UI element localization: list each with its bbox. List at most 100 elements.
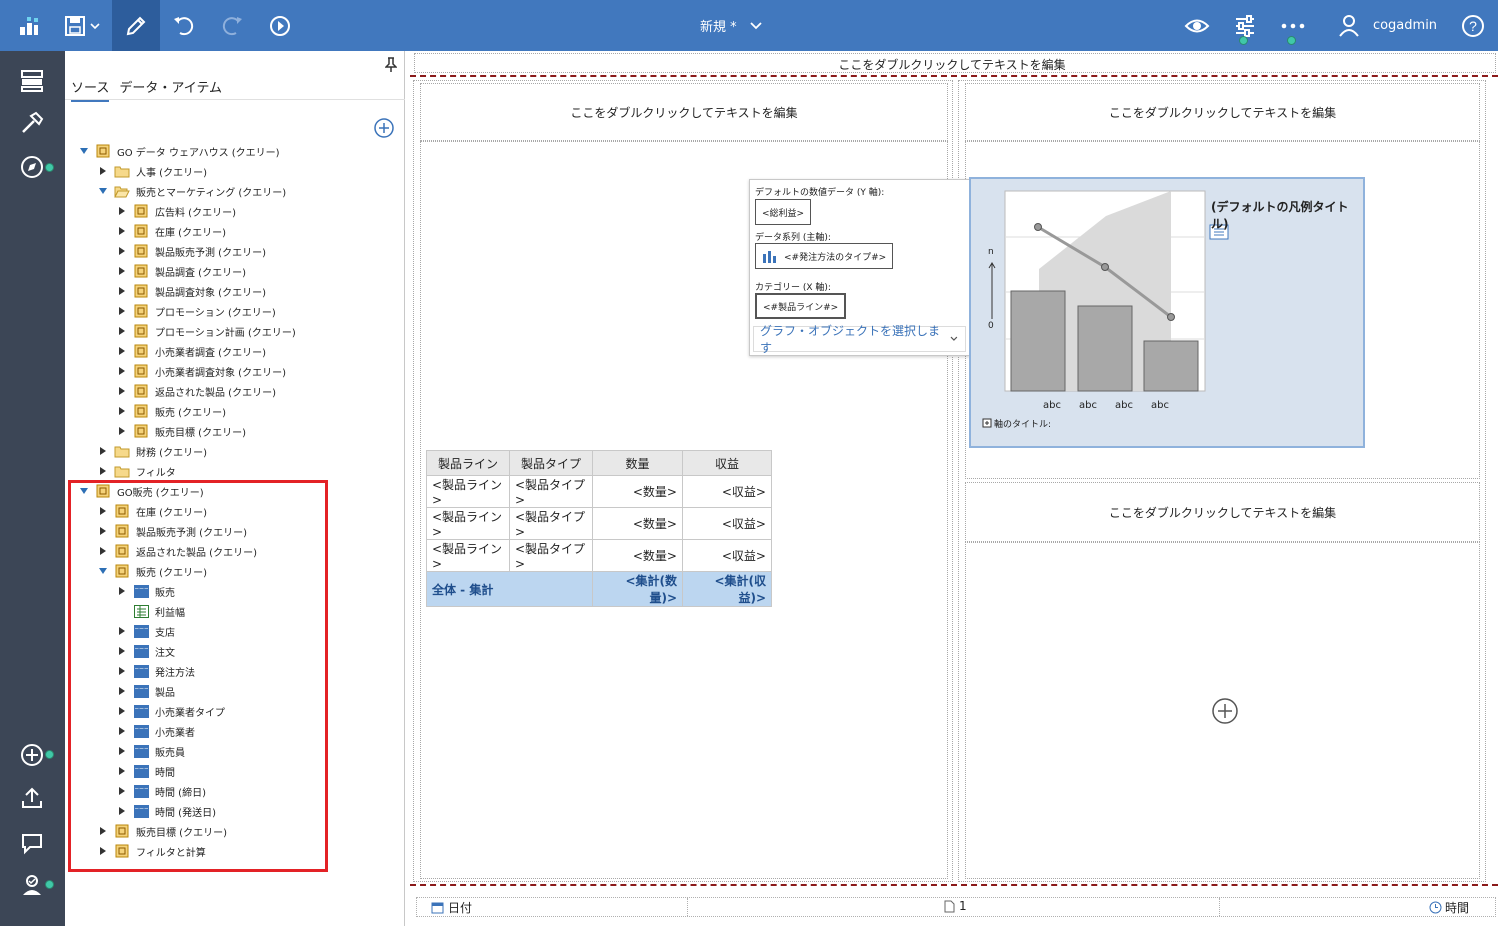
collapsed-triangle-icon[interactable] (115, 704, 129, 718)
tree-node[interactable]: 製品調査対象 (クエリー) (115, 281, 266, 301)
tree-node[interactable]: 利益幅 (115, 601, 185, 621)
table-cell[interactable]: <収益> (682, 475, 772, 508)
page-header-text[interactable]: ここをダブルクリックしてテキストを編集 (416, 56, 1488, 73)
collapsed-triangle-icon[interactable] (115, 204, 129, 218)
tree-node[interactable]: 販売員 (115, 741, 185, 761)
y-axis-dropzone[interactable]: <総利益> (755, 199, 812, 225)
collapsed-triangle-icon[interactable] (115, 224, 129, 238)
tree-node[interactable]: 製品 (115, 681, 175, 701)
user-check-icon[interactable] (18, 871, 46, 899)
tree-node[interactable]: 販売 (クエリー) (96, 561, 207, 581)
table-cell[interactable]: <製品タイプ> (509, 507, 593, 540)
collapsed-triangle-icon[interactable] (115, 784, 129, 798)
tree-node[interactable]: 小売業者タイプ (115, 701, 225, 721)
save-button[interactable] (58, 0, 106, 51)
collapsed-triangle-icon[interactable] (115, 744, 129, 758)
tree-node[interactable]: 販売 (115, 581, 175, 601)
collapsed-triangle-icon[interactable] (115, 324, 129, 338)
tree-node[interactable]: 在庫 (クエリー) (115, 221, 226, 241)
collapsed-triangle-icon[interactable] (115, 424, 129, 438)
table-cell[interactable]: <数量> (592, 507, 683, 540)
collapsed-triangle-icon[interactable] (115, 244, 129, 258)
footer-page-number[interactable]: 1 (943, 899, 967, 913)
insert-object-icon[interactable] (1211, 697, 1239, 728)
tree-node[interactable]: 財務 (クエリー) (96, 441, 207, 461)
collapsed-triangle-icon[interactable] (115, 584, 129, 598)
run-button[interactable] (264, 0, 296, 51)
user-avatar-icon[interactable] (1336, 0, 1362, 51)
report-title[interactable]: 新規 * (700, 0, 763, 51)
column-header[interactable]: 収益 (682, 450, 772, 476)
pin-icon[interactable] (384, 57, 398, 76)
user-name[interactable]: cogadmin (1370, 0, 1440, 51)
redo-button[interactable] (216, 0, 248, 51)
column-header[interactable]: 製品ライン (426, 450, 510, 476)
help-icon[interactable]: ? (1460, 0, 1486, 51)
collapsed-triangle-icon[interactable] (96, 504, 110, 518)
expanded-triangle-icon[interactable] (96, 564, 110, 578)
data-source-icon[interactable] (18, 67, 46, 95)
tree-node[interactable]: GO データ ウェアハウス (クエリー) (77, 141, 280, 161)
collapsed-triangle-icon[interactable] (115, 664, 129, 678)
table-cell[interactable]: <収益> (682, 539, 772, 572)
tree-node[interactable]: 小売業者調査対象 (クエリー) (115, 361, 286, 381)
right-header-text[interactable]: ここをダブルクリックしてテキストを編集 (965, 104, 1480, 121)
tree-node[interactable]: 注文 (115, 641, 175, 661)
collapsed-triangle-icon[interactable] (115, 284, 129, 298)
tree-node[interactable]: フィルタ (96, 461, 176, 481)
expanded-triangle-icon[interactable] (96, 184, 110, 198)
page-footer-block[interactable]: 日付 1 時間 (416, 897, 1496, 917)
table-cell[interactable]: <数量> (592, 475, 683, 508)
tree-node[interactable]: 販売目標 (クエリー) (115, 421, 246, 441)
total-label[interactable]: 全体 - 集計 (426, 571, 593, 607)
collapsed-triangle-icon[interactable] (115, 724, 129, 738)
collapsed-triangle-icon[interactable] (96, 544, 110, 558)
collapsed-triangle-icon[interactable] (115, 624, 129, 638)
footer-date[interactable]: 日付 (431, 899, 472, 916)
collapsed-triangle-icon[interactable] (96, 844, 110, 858)
add-circle-icon[interactable] (18, 741, 46, 769)
chevron-down-icon[interactable] (749, 21, 763, 31)
column-header[interactable]: 製品タイプ (509, 450, 593, 476)
table-cell[interactable]: <数量> (592, 539, 683, 572)
tree-node[interactable]: 販売とマーケティング (クエリー) (96, 181, 286, 201)
edit-pencil-button[interactable] (112, 0, 160, 51)
add-source-button[interactable] (373, 117, 395, 142)
legend-title[interactable]: (デフォルトの凡例タイトル) (1211, 198, 1363, 232)
tree-node[interactable]: 人事 (クエリー) (96, 161, 207, 181)
table-cell[interactable]: <製品タイプ> (509, 539, 593, 572)
collapsed-triangle-icon[interactable] (115, 344, 129, 358)
tree-node[interactable]: 在庫 (クエリー) (96, 501, 207, 521)
tree-node[interactable]: 販売 (クエリー) (115, 401, 226, 421)
footer-time[interactable]: 時間 (1429, 899, 1469, 916)
tree-node[interactable]: プロモーション計画 (クエリー) (115, 321, 296, 341)
table-cell[interactable]: <製品ライン> (426, 507, 510, 540)
total-cell[interactable]: <集計(数量)> (592, 571, 683, 607)
tree-node[interactable]: GO販売 (クエリー) (77, 481, 204, 501)
column-header[interactable]: 数量 (592, 450, 683, 476)
collapsed-triangle-icon[interactable] (115, 304, 129, 318)
chart-preview[interactable]: (デフォルトの凡例タイトル) n 0 abc abc abc abc 軸のタイト… (969, 177, 1365, 448)
comment-icon[interactable] (18, 829, 46, 857)
tree-node[interactable]: 販売目標 (クエリー) (96, 821, 227, 841)
collapsed-triangle-icon[interactable] (115, 644, 129, 658)
tree-node[interactable]: 広告料 (クエリー) (115, 201, 236, 221)
tree-node[interactable]: 小売業者調査 (クエリー) (115, 341, 266, 361)
tree-node[interactable]: 製品調査 (クエリー) (115, 261, 246, 281)
list-report-table[interactable]: 製品ライン 製品タイプ 数量 収益 <製品ライン> <製品タイプ> <数量> <… (426, 450, 772, 607)
tree-node[interactable]: 支店 (115, 621, 175, 641)
tree-node[interactable]: 時間 (発送日) (115, 801, 216, 821)
left-header-text[interactable]: ここをダブルクリックしてテキストを編集 (420, 104, 948, 121)
tree-node[interactable]: 製品販売予測 (クエリー) (115, 241, 266, 261)
collapsed-triangle-icon[interactable] (96, 464, 110, 478)
collapsed-triangle-icon[interactable] (115, 264, 129, 278)
tree-node[interactable]: 時間 (115, 761, 175, 781)
collapsed-triangle-icon[interactable] (115, 684, 129, 698)
undo-button[interactable] (168, 0, 200, 51)
collapsed-triangle-icon[interactable] (115, 404, 129, 418)
series-dropzone[interactable]: <#発注方法のタイプ#> (755, 243, 894, 269)
tree-node[interactable]: 発注方法 (115, 661, 195, 681)
x-axis-dropzone[interactable]: <#製品ライン#> (755, 293, 847, 319)
tree-node[interactable]: プロモーション (クエリー) (115, 301, 276, 321)
collapsed-triangle-icon[interactable] (96, 164, 110, 178)
